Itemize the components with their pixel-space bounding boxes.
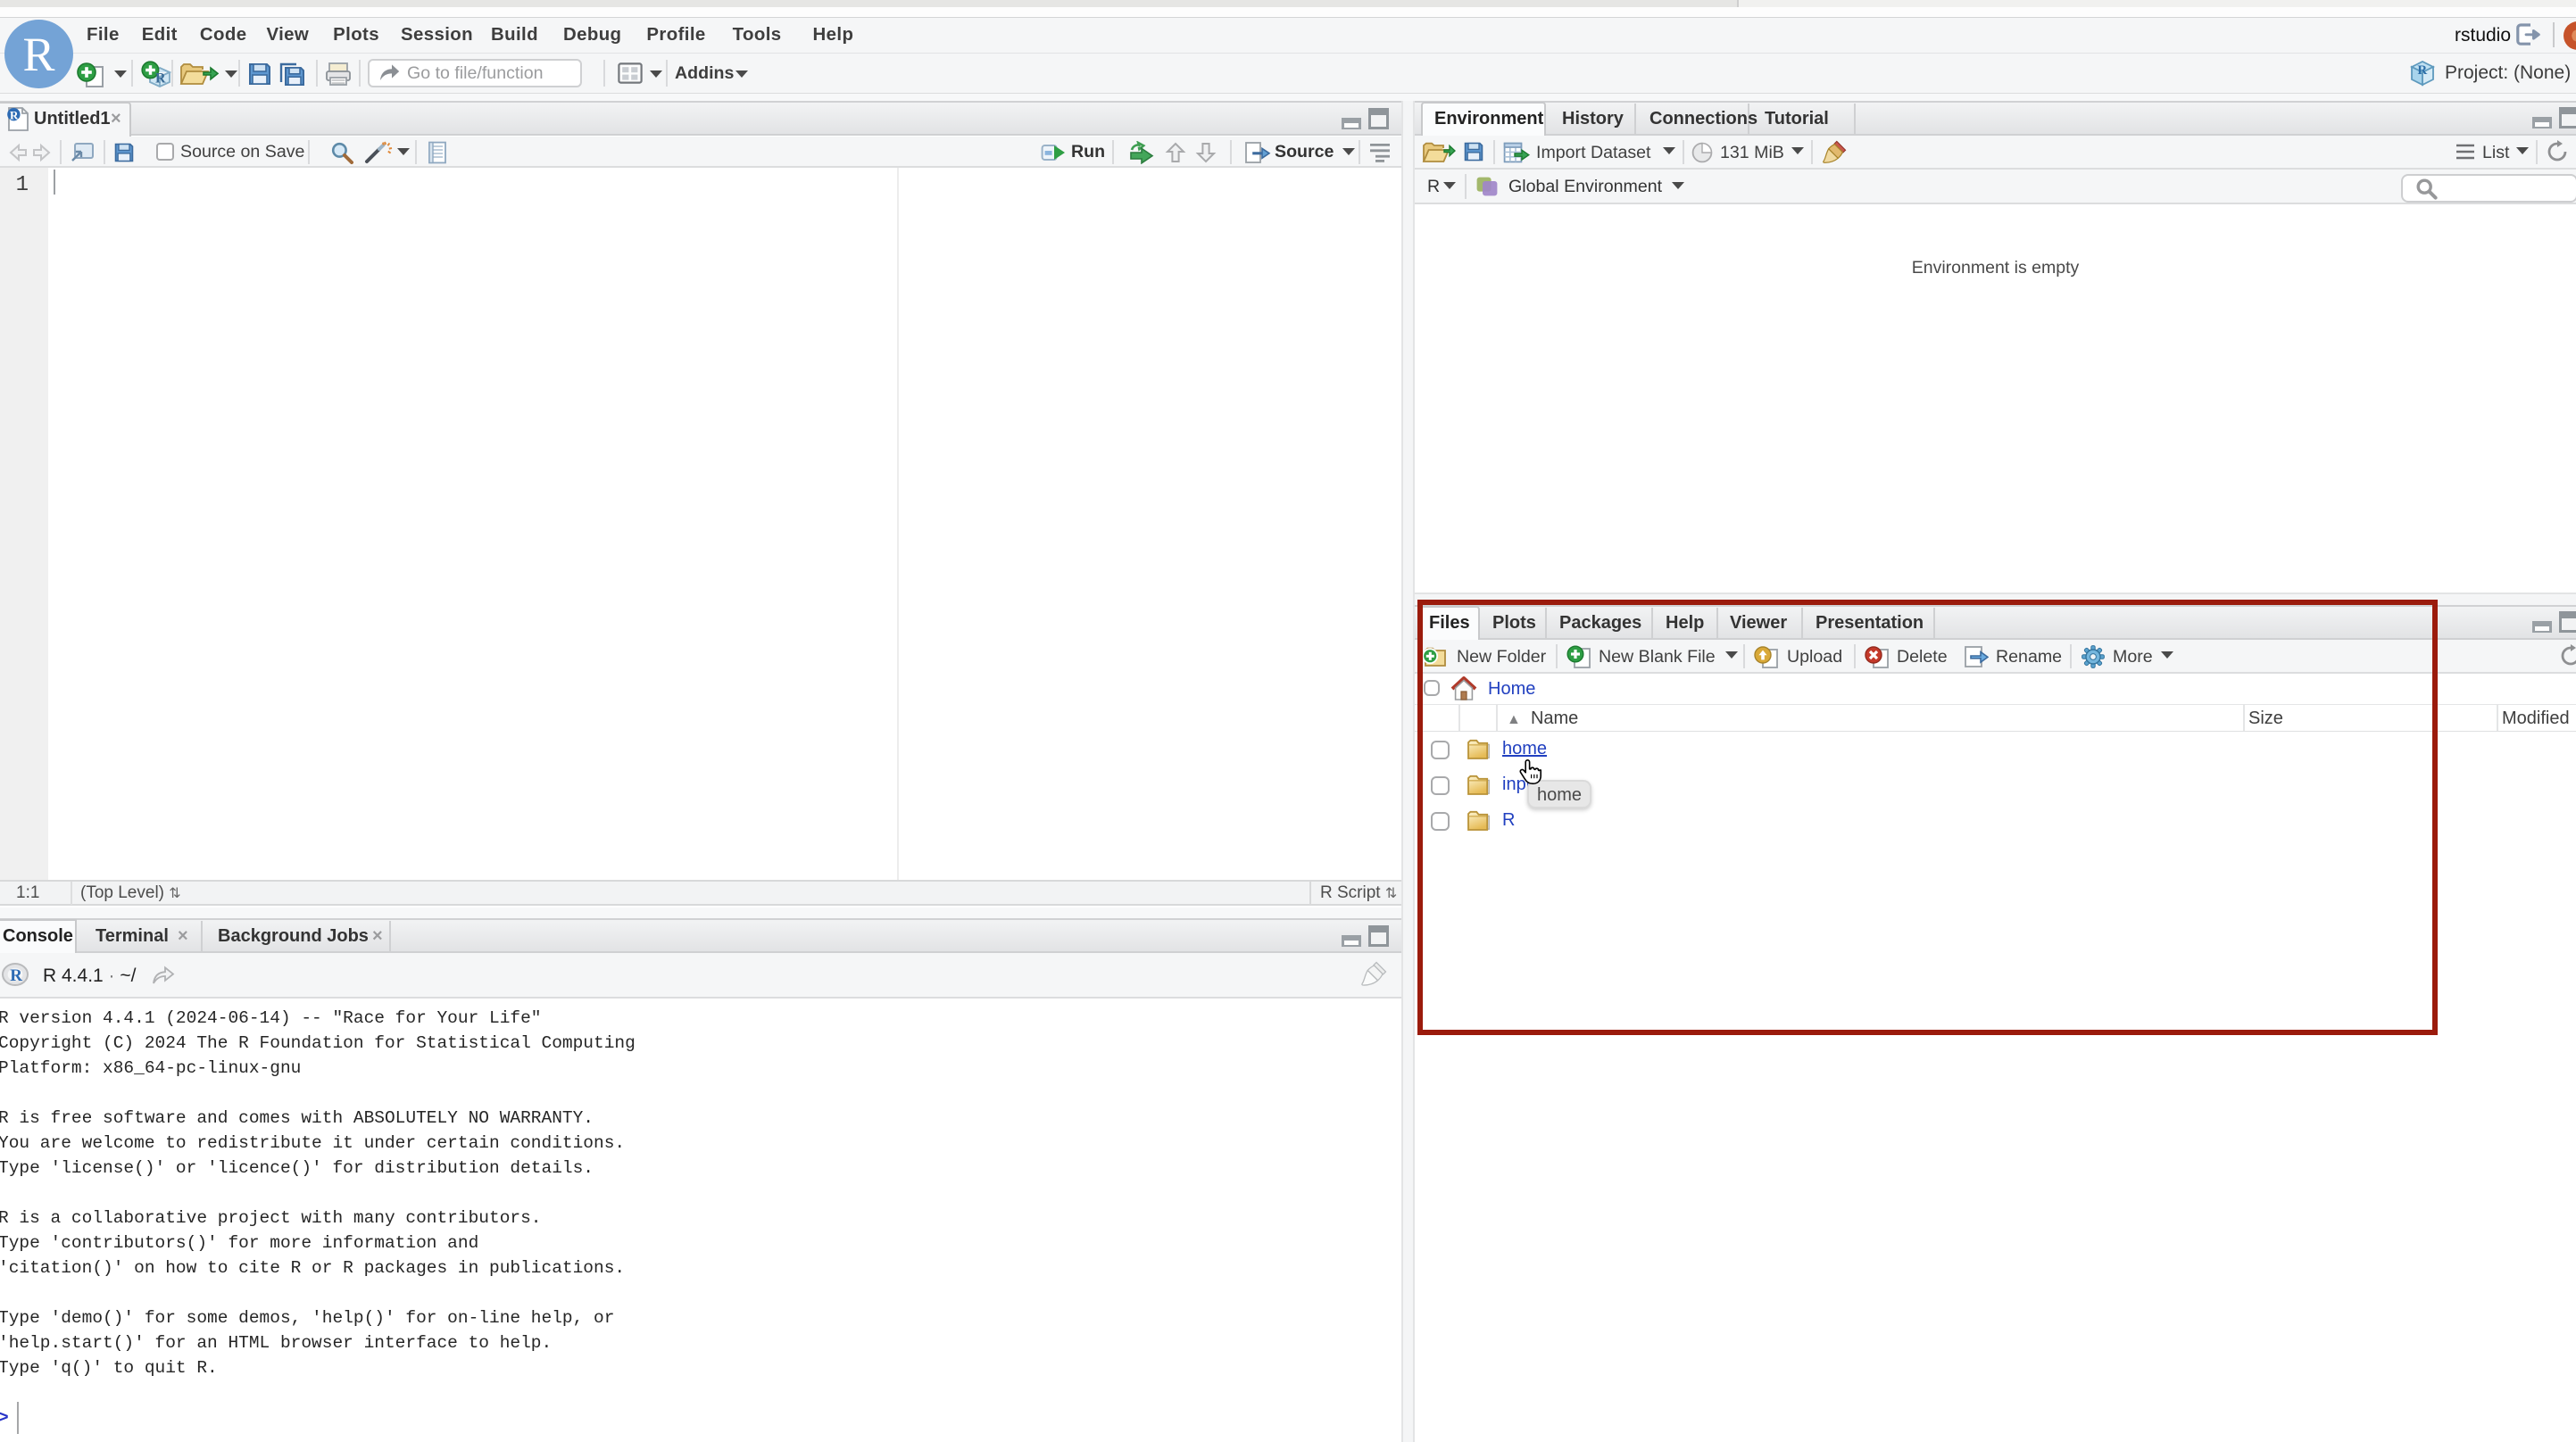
- svg-text:R: R: [155, 70, 166, 86]
- svg-text:R: R: [10, 966, 22, 985]
- svg-text:R: R: [10, 108, 19, 121]
- svg-text:R: R: [2417, 63, 2427, 78]
